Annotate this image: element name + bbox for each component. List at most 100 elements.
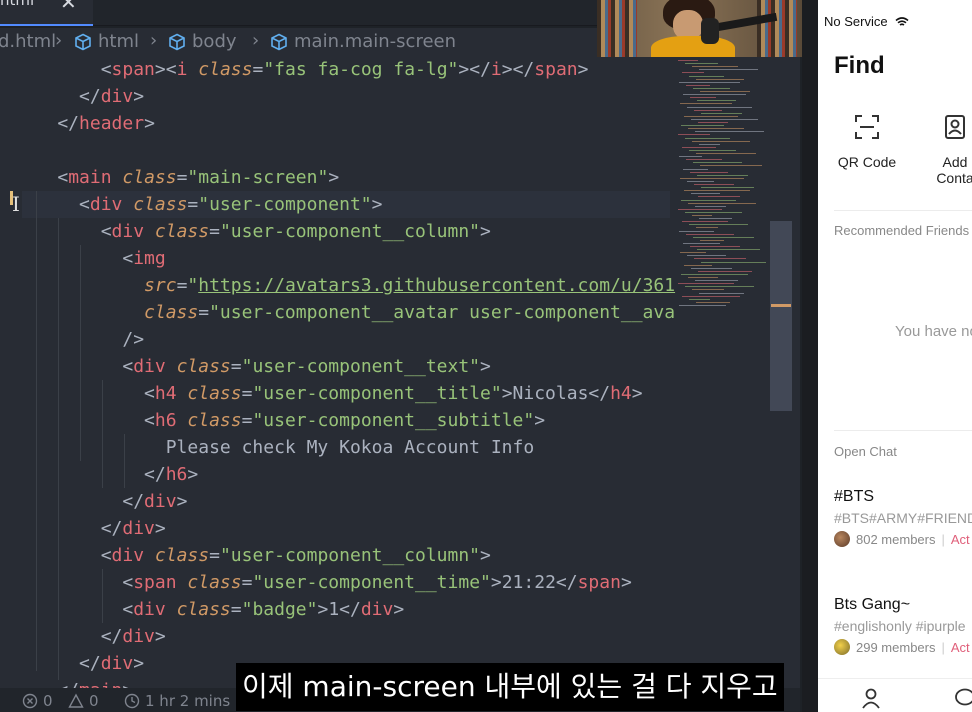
code-line[interactable]: Please check My Kokoa Account Info (14, 434, 534, 461)
breadcrumb-file[interactable]: d.html (0, 31, 56, 52)
microphone-icon (701, 18, 719, 44)
code-line[interactable]: </div> (14, 623, 166, 650)
minimap-line (696, 153, 756, 154)
code-line[interactable]: <h4 class="user-component__title">Nicola… (14, 380, 643, 407)
chat-meta: 299 members | Act (834, 639, 970, 655)
code-line[interactable]: <div class="user-component__column"> (14, 542, 491, 569)
code-line[interactable]: </div> (14, 515, 166, 542)
minimap-line (692, 140, 750, 142)
minimap-line (697, 249, 760, 251)
close-icon[interactable]: ✕ (60, 0, 77, 14)
code-token: header (79, 113, 145, 134)
code-token: "main-screen" (187, 167, 329, 188)
code-line[interactable]: </div> (14, 650, 144, 677)
code-line[interactable]: </header> (14, 110, 155, 137)
code-token: span (534, 59, 578, 80)
code-token: < (14, 194, 90, 215)
person-icon[interactable] (860, 687, 882, 709)
chat-title[interactable]: #BTS (834, 488, 874, 506)
minimap-line (689, 149, 736, 151)
code-token: div (144, 491, 177, 512)
minimap-line (701, 261, 766, 263)
code-token: div (360, 599, 394, 620)
code-line[interactable]: </div> (14, 83, 144, 110)
code-line[interactable]: /> (14, 326, 144, 353)
minimap-line (694, 184, 734, 185)
breadcrumb-label: body (192, 31, 237, 52)
carrier-label: No Service (824, 14, 888, 29)
time-tracker[interactable]: 1 hr 2 mins (124, 692, 230, 710)
chat-title[interactable]: Bts Gang~ (834, 596, 910, 614)
minimap[interactable] (672, 56, 770, 316)
qr-code-option[interactable]: QR Code (832, 114, 902, 170)
code-token: </ (14, 86, 101, 107)
code-token: div (111, 221, 145, 242)
minimap-line (687, 255, 726, 257)
code-token: ></ (458, 59, 491, 80)
code-token: > (176, 491, 188, 512)
code-token: "user-component__column" (219, 545, 481, 566)
code-line[interactable]: <img (14, 245, 165, 272)
code-line[interactable]: <div class="user-component"> (14, 191, 382, 218)
code-line[interactable]: </h6> (14, 461, 198, 488)
code-line[interactable]: </div> (14, 488, 187, 515)
code-token: = (209, 221, 220, 242)
code-token: > (577, 59, 589, 80)
element-cube-icon (169, 33, 185, 50)
tab-index-html[interactable]: html ✕ (0, 0, 93, 26)
code-token: = (187, 194, 199, 215)
code-token: "user-component__subtitle" (252, 410, 535, 431)
code-token: "user-component" (198, 194, 372, 215)
phone-simulator: No Service Find QR Code Add Conta Recomm… (818, 0, 972, 712)
minimap-line (678, 60, 698, 61)
bookshelf (757, 0, 797, 57)
breadcrumb-html[interactable]: html (74, 31, 139, 52)
minimap-line (682, 146, 716, 148)
code-token: > (480, 545, 491, 566)
phone-status-bar: No Service (824, 14, 909, 29)
chat-bubble-icon[interactable] (954, 687, 972, 709)
breadcrumb-main[interactable]: main.main-screen (270, 31, 456, 52)
code-line[interactable]: <span><i class="fas fa-cog fa-lg"></i></… (14, 56, 589, 83)
code-line[interactable]: <div class="user-component__text"> (14, 353, 491, 380)
code-token: span (577, 572, 621, 593)
minimap-line (680, 252, 706, 254)
chat-meta: 802 members | Act (834, 531, 970, 547)
code-token: span (133, 572, 177, 593)
activity-label: Act (950, 639, 970, 655)
vertical-scrollbar[interactable] (770, 221, 792, 411)
code-line[interactable]: class="user-component__avatar user-compo… (14, 299, 675, 326)
code-line[interactable]: </main> (14, 677, 133, 688)
page-title: Find (834, 52, 885, 79)
code-token: > (371, 194, 383, 215)
code-token: > (490, 572, 502, 593)
code-line[interactable]: <main class="main-screen"> (14, 164, 339, 191)
breadcrumb-body[interactable]: body (168, 31, 237, 52)
code-token: > (480, 221, 491, 242)
history-icon (124, 693, 140, 709)
minimap-line (699, 143, 720, 145)
error-count: 0 (43, 692, 53, 710)
tab-label: html (0, 0, 35, 9)
code-token: span (111, 59, 155, 80)
minimap-line (690, 246, 740, 247)
add-contact-option[interactable]: Add Conta (925, 114, 972, 186)
code-editor[interactable]: <span><i class="fas fa-cog fa-lg"></i></… (0, 56, 800, 688)
minimap-line (678, 134, 710, 136)
code-token: "fas fa-cog fa-lg" (263, 59, 459, 80)
code-line[interactable]: <div class="badge">1</div> (14, 596, 404, 623)
code-line[interactable]: <h6 class="user-component__subtitle"> (14, 407, 545, 434)
code-token: = (241, 383, 253, 404)
minimap-line (692, 66, 738, 68)
errors-indicator[interactable]: 0 (22, 692, 53, 710)
code-line[interactable]: <div class="user-component__column"> (14, 218, 491, 245)
code-line[interactable]: src="https://avatars3.githubusercontent.… (14, 272, 675, 299)
minimap-line (699, 292, 744, 294)
code-line[interactable]: <span class="user-component__time">21:22… (14, 569, 631, 596)
code-token: </ (14, 464, 166, 485)
minimap-line (691, 193, 720, 195)
code-token: < (14, 356, 134, 377)
warnings-indicator[interactable]: 0 (68, 692, 99, 710)
